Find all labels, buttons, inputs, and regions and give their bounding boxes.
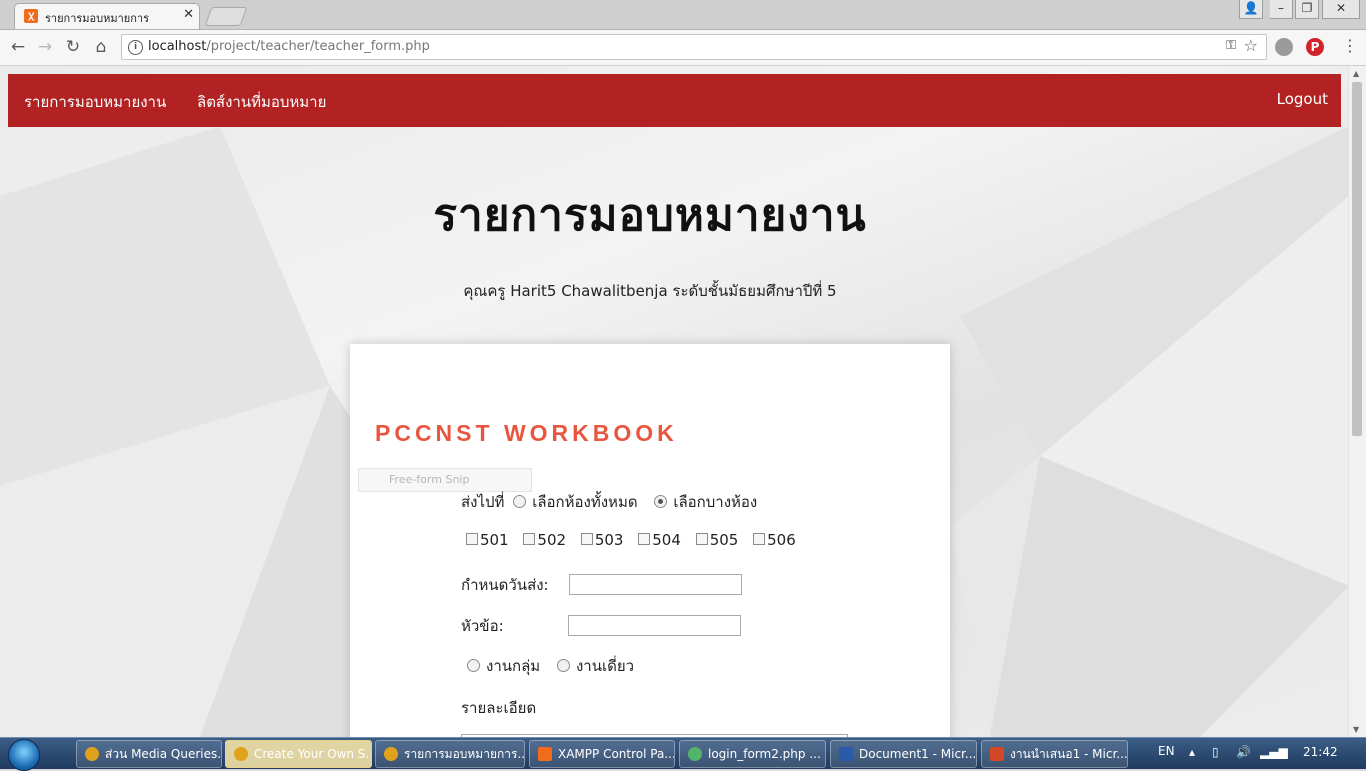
detail-label: รายละเอียด — [461, 699, 537, 717]
room-label: 502 — [537, 531, 567, 549]
notepad-plus-icon — [688, 746, 702, 761]
reload-icon[interactable]: ↻ — [62, 36, 84, 58]
chrome-icon — [85, 746, 99, 761]
individual-work-label: งานเดี่ยว — [575, 657, 635, 675]
nav-link-assigned-works[interactable]: ลิตส์งานที่มอบหมาย — [197, 90, 326, 114]
due-date-input[interactable] — [569, 574, 742, 595]
due-date-label: กำหนดวันส่ง: — [461, 576, 549, 594]
logout-link[interactable]: Logout — [1277, 90, 1328, 108]
close-window-icon[interactable]: ✕ — [1322, 0, 1360, 19]
room-checkbox-506[interactable] — [753, 533, 766, 545]
rooms-row: 501 502 503 504 505 506 — [466, 531, 806, 549]
room-label: 501 — [480, 531, 509, 549]
snip-tool-ghost: Free-form Snip — [358, 468, 532, 492]
key-icon[interactable]: ⚿ — [1226, 38, 1236, 53]
url-text: localhost/project/teacher/teacher_form.p… — [148, 39, 430, 54]
taskbar-item[interactable]: XAMPP Control Pa... — [529, 740, 675, 768]
room-checkbox-504[interactable] — [638, 533, 651, 545]
home-icon[interactable]: ⌂ — [90, 36, 112, 58]
info-icon[interactable]: i — [128, 40, 143, 55]
scroll-up-icon[interactable]: ▲ — [1353, 69, 1359, 78]
radio-all-rooms[interactable] — [513, 494, 527, 508]
some-rooms-label: เลือกบางห้อง — [673, 493, 758, 511]
chrome-icon — [384, 746, 398, 761]
new-tab-button[interactable] — [204, 7, 248, 26]
brand-title: PCCNST WORKBOOK — [375, 420, 678, 446]
bookmark-star-icon[interactable]: ☆ — [1244, 36, 1258, 55]
assignment-form-card: PCCNST WORKBOOK Free-form Snip ส่งไปที่ … — [350, 344, 950, 737]
taskbar-item[interactable]: ส่วน Media Queries... — [76, 740, 222, 768]
page-title: รายการมอบหมายงาน — [433, 190, 867, 241]
word-icon — [839, 746, 853, 761]
restore-icon[interactable]: ❐ — [1295, 0, 1319, 19]
browser-menu-icon[interactable]: ⋮ — [1342, 36, 1358, 55]
room-checkbox-501[interactable] — [466, 533, 478, 545]
chrome-icon — [234, 746, 248, 761]
browser-tab[interactable]: ꭓ รายการมอบหมายการ ✕ — [14, 3, 200, 29]
topic-input[interactable] — [568, 615, 741, 636]
browser-tab-strip: ꭓ รายการมอบหมายการ ✕ 👤 – ❐ ✕ — [0, 0, 1366, 30]
taskbar-item[interactable]: งานนำเสนอ1 - Micr... — [981, 740, 1128, 768]
scroll-thumb[interactable] — [1352, 82, 1362, 436]
volume-icon[interactable]: 🔊 — [1236, 745, 1251, 759]
address-bar[interactable]: i localhost/project/teacher/teacher_form… — [121, 34, 1267, 60]
xampp-icon — [538, 746, 552, 761]
browser-toolbar: ← → ↻ ⌂ i localhost/project/teacher/teac… — [0, 30, 1366, 66]
forward-icon[interactable]: → — [34, 36, 56, 58]
profile-icon[interactable]: 👤 — [1239, 0, 1263, 19]
work-type-row: งานกลุ่ม งานเดี่ยว — [463, 654, 634, 678]
extension-icon[interactable] — [1275, 38, 1293, 56]
tab-close-icon[interactable]: ✕ — [183, 7, 194, 22]
taskbar-item[interactable]: Document1 - Micr... — [830, 740, 977, 768]
back-icon[interactable]: ← — [7, 36, 29, 58]
radio-group-work[interactable] — [467, 658, 480, 672]
site-navbar: รายการมอบหมายงาน ลิตส์งานที่มอบหมาย Logo… — [8, 74, 1341, 127]
taskbar-item[interactable]: login_form2.php ... — [679, 740, 826, 768]
send-to-label: ส่งไปที่ — [461, 493, 505, 511]
taskbar-item[interactable]: Create Your Own S... — [225, 740, 372, 768]
nav-link-assignment-list[interactable]: รายการมอบหมายงาน — [24, 90, 166, 114]
scroll-down-icon[interactable]: ▼ — [1353, 725, 1359, 734]
room-checkbox-502[interactable] — [523, 533, 536, 545]
tab-title: รายการมอบหมายการ — [45, 12, 149, 25]
room-label: 506 — [767, 531, 796, 549]
network-icon[interactable]: ▂▄▆ — [1260, 745, 1288, 759]
clock[interactable]: 21:42 — [1303, 745, 1338, 759]
room-label: 504 — [652, 531, 681, 549]
room-checkbox-505[interactable] — [695, 533, 708, 545]
room-label: 503 — [594, 531, 624, 549]
start-button[interactable] — [8, 739, 40, 771]
radio-some-rooms[interactable] — [654, 494, 668, 508]
teacher-info: คุณครู Harit5 Chawalitbenja ระดับชั้นมัธ… — [463, 282, 837, 300]
page-scrollbar[interactable]: ▲ ▼ — [1348, 66, 1366, 737]
taskbar-item[interactable]: รายการมอบหมายการ... — [375, 740, 525, 768]
group-work-label: งานกลุ่ม — [486, 657, 541, 675]
device-icon[interactable]: ▯ — [1212, 745, 1219, 759]
radio-individual-work[interactable] — [556, 658, 570, 672]
powerpoint-icon — [990, 746, 1004, 761]
all-rooms-label: เลือกห้องทั้งหมด — [532, 493, 638, 511]
language-indicator[interactable]: EN — [1158, 744, 1175, 758]
room-checkbox-503[interactable] — [580, 533, 593, 545]
pinterest-icon[interactable]: P — [1306, 38, 1324, 56]
xampp-favicon-icon: ꭓ — [24, 9, 38, 23]
topic-label: หัวข้อ: — [461, 617, 504, 635]
room-label: 505 — [709, 531, 739, 549]
send-to-row: ส่งไปที่ เลือกห้องทั้งหมด เลือกบางห้อง — [461, 490, 757, 514]
windows-taskbar: ส่วน Media Queries... Create Your Own S.… — [0, 737, 1366, 771]
tray-arrow-icon[interactable]: ▴ — [1189, 745, 1195, 759]
page-viewport: รายการมอบหมายงาน ลิตส์งานที่มอบหมาย Logo… — [0, 66, 1366, 737]
minimize-icon[interactable]: – — [1270, 0, 1293, 19]
